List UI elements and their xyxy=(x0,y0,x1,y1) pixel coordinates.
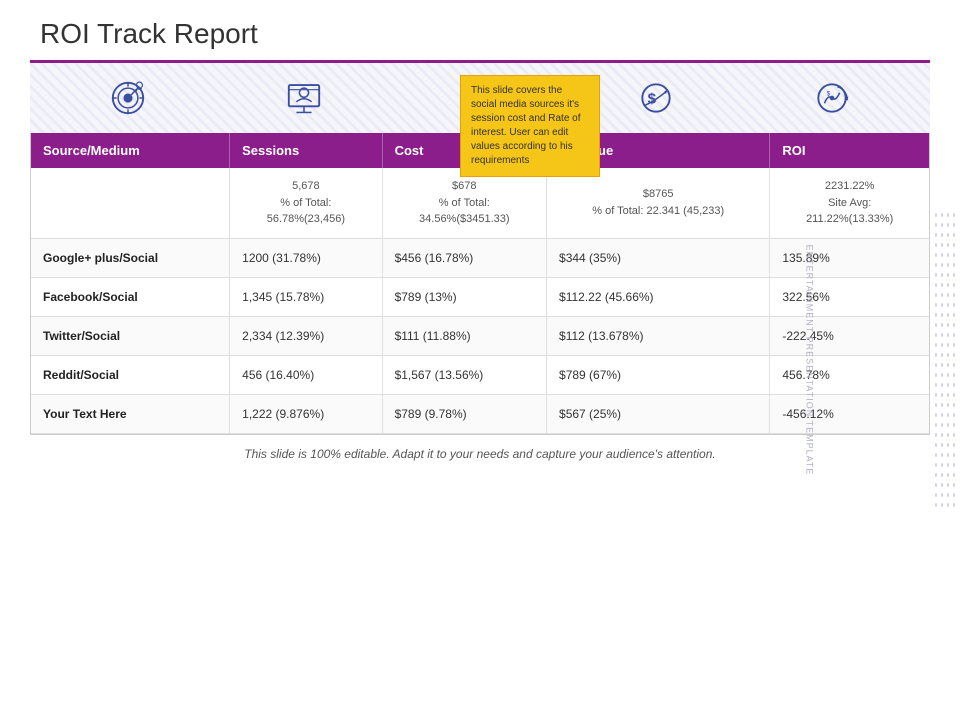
revenue-icon: $ xyxy=(631,78,681,118)
row-source: Google+ plus/Social xyxy=(31,238,230,277)
row-cost: $456 (16.78%) xyxy=(382,238,546,277)
total-roi: 2231.22% Site Avg: 211.22%(13.33%) xyxy=(770,168,929,238)
target-icon xyxy=(103,78,153,118)
table-row: Google+ plus/Social 1200 (31.78%) $456 (… xyxy=(31,238,929,277)
page-title: ROI Track Report xyxy=(0,0,960,60)
row-roi: 135.89% xyxy=(770,238,929,277)
roi-table: Source/Medium Sessions Cost Revenue ROI … xyxy=(31,133,929,434)
table-row: Facebook/Social 1,345 (15.78%) $789 (13%… xyxy=(31,277,929,316)
table-row: Reddit/Social 456 (16.40%) $1,567 (13.56… xyxy=(31,355,929,394)
table-container: Source/Medium Sessions Cost Revenue ROI … xyxy=(30,133,930,435)
row-roi: 456.78% xyxy=(770,355,929,394)
row-cost: $111 (11.88%) xyxy=(382,316,546,355)
table-row: Twitter/Social 2,334 (12.39%) $111 (11.8… xyxy=(31,316,929,355)
total-source xyxy=(31,168,230,238)
row-revenue: $567 (25%) xyxy=(547,394,770,433)
row-roi: -222.45% xyxy=(770,316,929,355)
total-revenue: $8765 % of Total: 22.341 (45,233) xyxy=(547,168,770,238)
row-cost: $789 (9.78%) xyxy=(382,394,546,433)
row-revenue: $112.22 (45.66%) xyxy=(547,277,770,316)
col-header-roi: ROI xyxy=(770,133,929,168)
row-cost: $789 (13%) xyxy=(382,277,546,316)
presentation-icon xyxy=(279,78,329,118)
row-sessions: 1,222 (9.876%) xyxy=(230,394,382,433)
total-row: 5,678 % of Total: 56.78%(23,456) $678 % … xyxy=(31,168,929,238)
row-source: Your Text Here xyxy=(31,394,230,433)
total-cost: $678 % of Total: 34.56%($3451.33) xyxy=(382,168,546,238)
tooltip-text: This slide covers the social media sourc… xyxy=(471,85,581,166)
row-roi: -456.12% xyxy=(770,394,929,433)
footer-text: This slide is 100% editable. Adapt it to… xyxy=(0,435,960,473)
row-revenue: $344 (35%) xyxy=(547,238,770,277)
row-roi: 322.56% xyxy=(770,277,929,316)
col-header-source: Source/Medium xyxy=(31,133,230,168)
row-sessions: 1200 (31.78%) xyxy=(230,238,382,277)
row-cost: $1,567 (13.56%) xyxy=(382,355,546,394)
row-source: Reddit/Social xyxy=(31,355,230,394)
row-revenue: $789 (67%) xyxy=(547,355,770,394)
roi-icon: $ xyxy=(807,78,857,118)
row-sessions: 1,345 (15.78%) xyxy=(230,277,382,316)
dot-pattern-decoration: const dp = document.querySelector('.dot-… xyxy=(930,0,960,720)
row-source: Facebook/Social xyxy=(31,277,230,316)
row-sessions: 456 (16.40%) xyxy=(230,355,382,394)
col-header-sessions: Sessions xyxy=(230,133,382,168)
total-sessions: 5,678 % of Total: 56.78%(23,456) xyxy=(230,168,382,238)
side-decoration-text: ENTERTAINMENT PRESENTATION TEMPLATE xyxy=(805,245,815,476)
row-source: Twitter/Social xyxy=(31,316,230,355)
row-sessions: 2,334 (12.39%) xyxy=(230,316,382,355)
row-revenue: $112 (13.678%) xyxy=(547,316,770,355)
tooltip-box: This slide covers the social media sourc… xyxy=(460,75,600,177)
table-row: Your Text Here 1,222 (9.876%) $789 (9.78… xyxy=(31,394,929,433)
